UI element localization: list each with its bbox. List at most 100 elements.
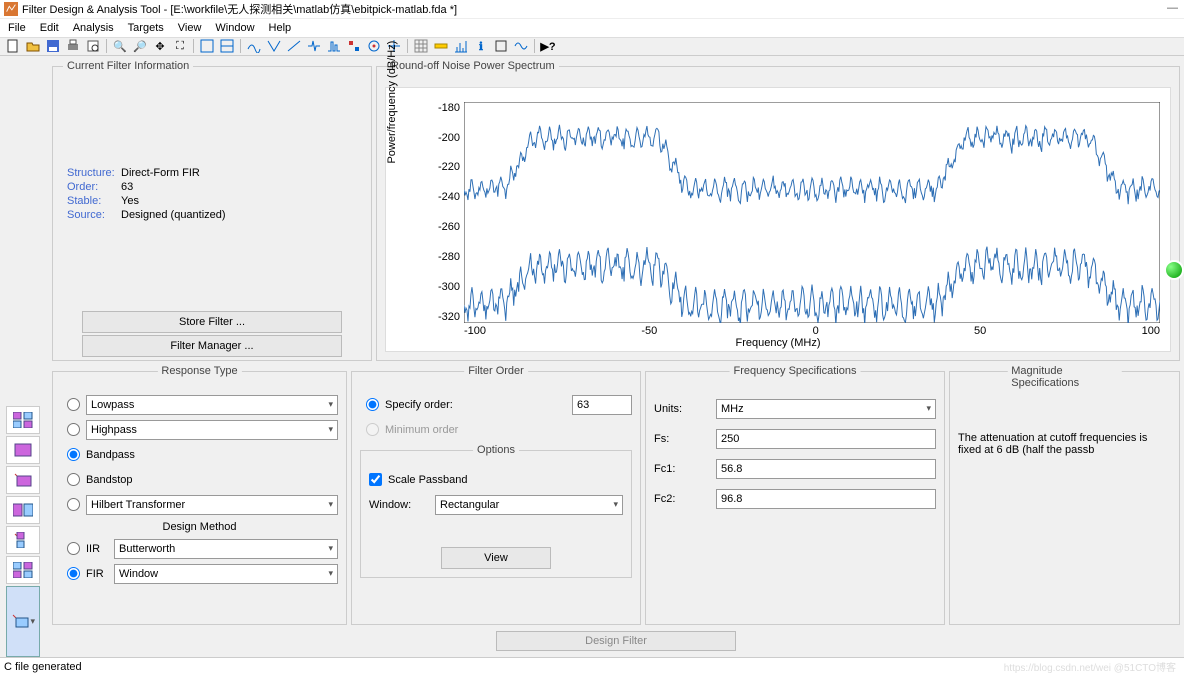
stable-label: Stable: [67, 195, 115, 207]
noise-chart [464, 102, 1160, 323]
resp3-icon[interactable] [285, 38, 303, 54]
resp4-icon[interactable] [305, 38, 323, 54]
watermark: https://blog.csdn.net/wei @51CTO博客 [1004, 659, 1176, 674]
minimize-button[interactable]: — [1167, 2, 1178, 14]
window-title: Filter Design & Analysis Tool - [E:\work… [22, 1, 457, 17]
box-icon[interactable] [492, 38, 510, 54]
hilbert-select[interactable]: Hilbert Transformer [86, 495, 338, 515]
printpreview-icon[interactable] [84, 38, 102, 54]
x-ticks: -100-50050100 [464, 325, 1160, 337]
new-icon[interactable] [4, 38, 22, 54]
resp7-icon[interactable] [365, 38, 383, 54]
menu-targets[interactable]: Targets [128, 22, 164, 34]
side-icon-7[interactable] [6, 586, 40, 657]
structure-label: Structure: [67, 167, 115, 179]
resp5-icon[interactable] [325, 38, 343, 54]
info-icon[interactable]: ℹ [472, 38, 490, 54]
hilbert-radio[interactable] [67, 498, 80, 511]
side-icon-5[interactable] [6, 526, 40, 554]
plot-panel: Round-off Noise Power Spectrum Power/fre… [376, 66, 1180, 361]
side-icon-4[interactable] [6, 496, 40, 524]
fir-radio[interactable] [67, 567, 80, 580]
design-filter-button[interactable]: Design Filter [496, 631, 736, 651]
menu-view[interactable]: View [178, 22, 202, 34]
menu-edit[interactable]: Edit [40, 22, 59, 34]
order-input[interactable]: 63 [572, 395, 632, 415]
bandstop-radio[interactable] [67, 473, 80, 486]
ms-text: The attenuation at cutoff frequencies is… [958, 432, 1171, 456]
order-value: 63 [121, 181, 363, 193]
view-button[interactable]: View [441, 547, 551, 569]
ruler-icon[interactable] [432, 38, 450, 54]
tool1-icon[interactable] [198, 38, 216, 54]
print-icon[interactable] [64, 38, 82, 54]
freq-spec-panel: Frequency Specifications Units:MHz Fs:25… [645, 371, 945, 625]
zoomout-icon[interactable]: 🔎 [131, 38, 149, 54]
opts-title: Options [473, 444, 519, 456]
menu-help[interactable]: Help [269, 22, 292, 34]
grid-icon[interactable] [412, 38, 430, 54]
fs-input[interactable]: 250 [716, 429, 936, 449]
bandstop-label: Bandstop [86, 474, 132, 486]
iir-radio[interactable] [67, 542, 80, 555]
status-bar: C file generated https://blog.csdn.net/w… [0, 657, 1184, 676]
menu-window[interactable]: Window [215, 22, 254, 34]
mag-spec-panel: Magnitude Specifications The attenuation… [949, 371, 1180, 625]
side-icon-3[interactable] [6, 466, 40, 494]
plot-area[interactable]: Power/frequency (dB/Hz) -180-200-220-240… [385, 87, 1171, 352]
order-label: Order: [67, 181, 115, 193]
side-icon-6[interactable] [6, 556, 40, 584]
fs-title: Frequency Specifications [730, 365, 861, 377]
side-icon-1[interactable] [6, 406, 40, 434]
design-method-label: Design Method [61, 521, 338, 533]
menu-analysis[interactable]: Analysis [73, 22, 114, 34]
structure-value: Direct-Form FIR [121, 167, 363, 179]
cfi-title: Current Filter Information [63, 60, 193, 72]
rt-title: Response Type [157, 365, 241, 377]
window-select[interactable]: Rectangular [435, 495, 623, 515]
fir-select[interactable]: Window [114, 564, 338, 584]
lowpass-radio[interactable] [67, 398, 80, 411]
toolbar: 🔍 🔎 ✥ ⛶ ℹ ▶? [0, 37, 1184, 56]
bandpass-label: Bandpass [86, 449, 135, 461]
resp2-icon[interactable] [265, 38, 283, 54]
menu-file[interactable]: File [8, 22, 26, 34]
highpass-select[interactable]: Highpass [86, 420, 338, 440]
bandpass-radio[interactable] [67, 448, 80, 461]
left-icon-bar [0, 56, 48, 657]
ms-title: Magnitude Specifications [1007, 365, 1122, 389]
chart-icon[interactable] [452, 38, 470, 54]
iir-select[interactable]: Butterworth [114, 539, 338, 559]
scale-passband-check[interactable] [369, 473, 382, 486]
open-icon[interactable] [24, 38, 42, 54]
lowpass-select[interactable]: Lowpass [86, 395, 338, 415]
filter-manager-button[interactable]: Filter Manager ... [82, 335, 342, 357]
fo-title: Filter Order [464, 365, 528, 377]
menubar: File Edit Analysis Targets View Window H… [0, 19, 1184, 36]
status-text: C file generated [4, 661, 82, 673]
min-order-radio [366, 423, 379, 436]
highpass-radio[interactable] [67, 423, 80, 436]
source-label: Source: [67, 209, 115, 221]
x-axis-label: Frequency (MHz) [736, 337, 821, 349]
filter-order-panel: Filter Order Specify order:63 Minimum or… [351, 371, 641, 625]
fc2-input[interactable]: 96.8 [716, 489, 936, 509]
resp1-icon[interactable] [245, 38, 263, 54]
save-icon[interactable] [44, 38, 62, 54]
help-icon[interactable]: ▶? [539, 38, 557, 54]
source-value: Designed (quantized) [121, 209, 363, 221]
units-select[interactable]: MHz [716, 399, 936, 419]
zoomfull-icon[interactable]: ⛶ [171, 38, 189, 54]
wave-icon[interactable] [512, 38, 530, 54]
fc1-input[interactable]: 56.8 [716, 459, 936, 479]
resp6-icon[interactable] [345, 38, 363, 54]
pan-icon[interactable]: ✥ [151, 38, 169, 54]
app-icon [4, 2, 18, 16]
store-filter-button[interactable]: Store Filter ... [82, 311, 342, 333]
stable-value: Yes [121, 195, 363, 207]
tool2-icon[interactable] [218, 38, 236, 54]
specify-order-radio[interactable] [366, 398, 379, 411]
side-icon-2[interactable] [6, 436, 40, 464]
help-ball-icon[interactable] [1164, 260, 1184, 280]
zoomin-icon[interactable]: 🔍 [111, 38, 129, 54]
